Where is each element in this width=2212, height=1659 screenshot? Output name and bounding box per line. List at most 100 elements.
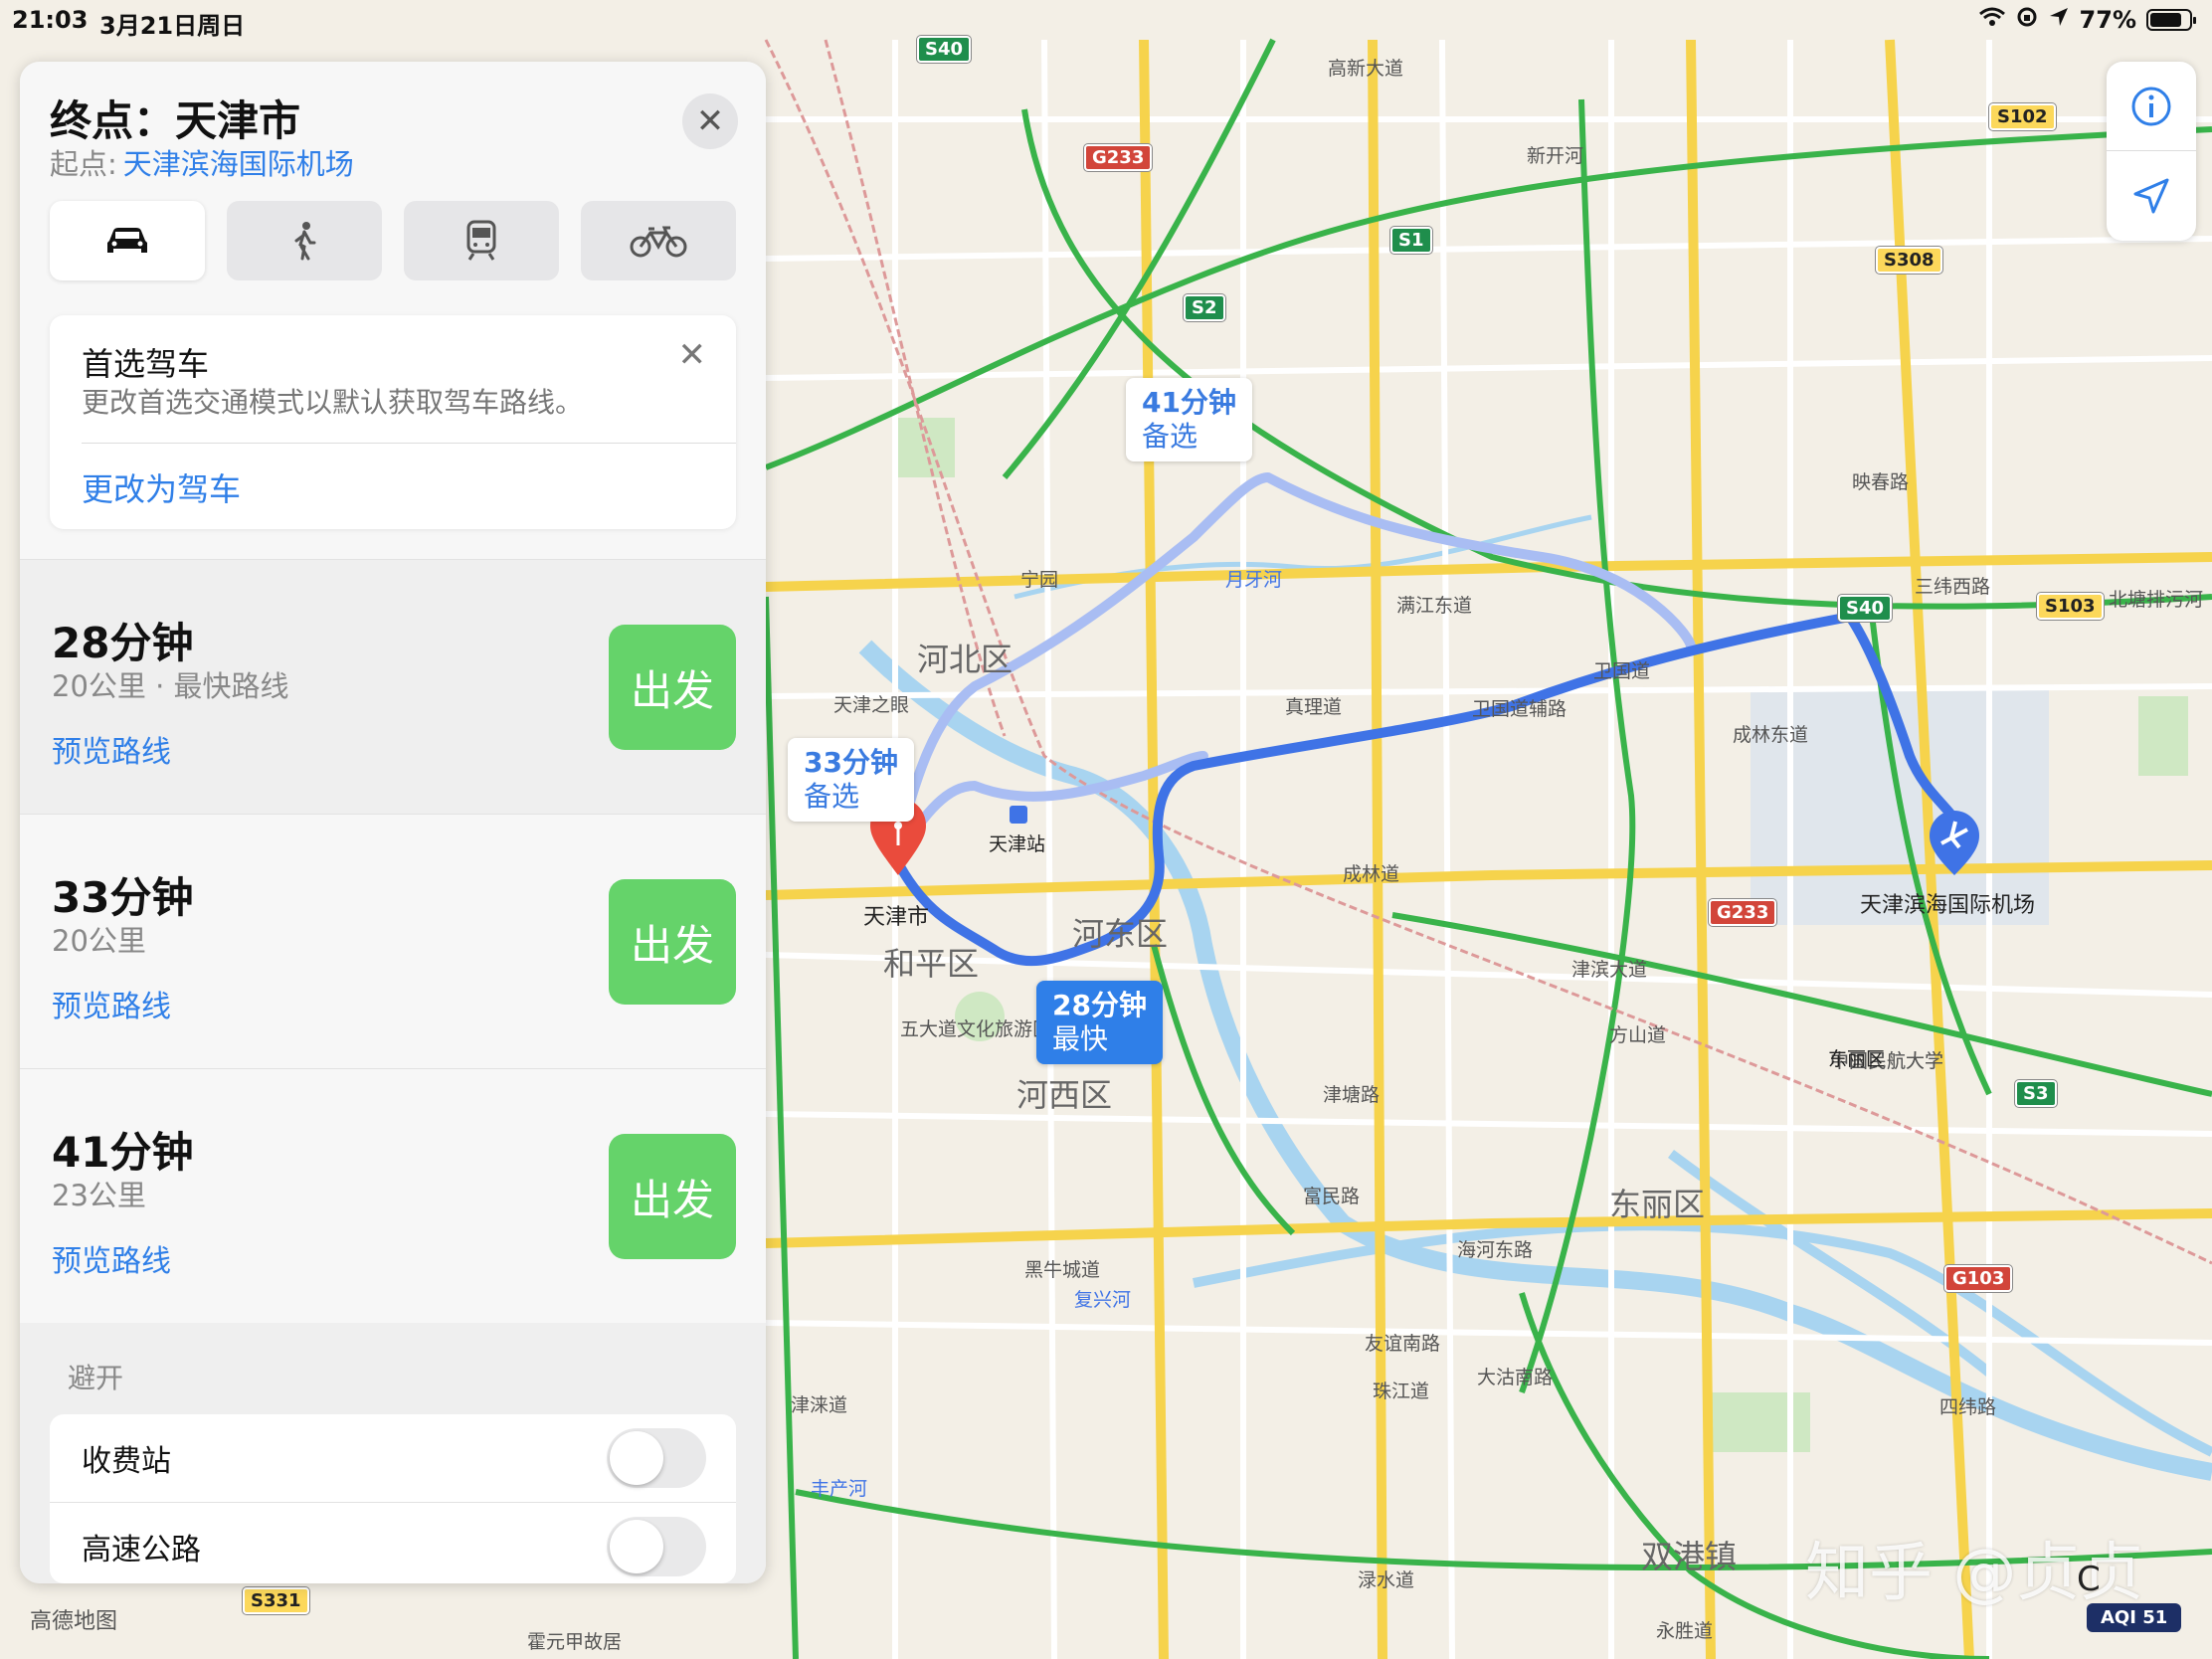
airport-label: 天津滨海国际机场 [1860,893,2036,918]
change-to-driving-link[interactable]: 更改为驾车 [82,464,241,510]
street-label: 富民路 [1303,1186,1361,1207]
preview-route-link[interactable]: 预览路线 [52,982,171,1025]
train-icon [466,220,496,261]
location-arrow-icon [2048,6,2070,34]
highway-shield: S308 [1876,247,1942,274]
highway-shield: S331 [243,1587,309,1614]
route-duration: 33分钟 [52,873,194,922]
street-label: 三纬西路 [1915,576,1991,598]
origin-label: 起点: [50,147,117,181]
avoid-header: 避开 [68,1362,124,1394]
district-label: 双港镇 [1641,1538,1738,1575]
route-callout-33[interactable]: 33分钟 备选 [788,738,914,822]
route-duration: 41分钟 [52,1128,194,1177]
status-time: 21:03 [12,6,89,34]
street-label: 友谊南路 [1365,1333,1441,1355]
route-callout-41[interactable]: 41分钟 备选 [1126,378,1252,461]
battery-icon [2146,9,2196,31]
street-label: 满江东道 [1396,595,1473,617]
lock-rotation-icon [2016,6,2038,34]
route-option[interactable]: 28分钟 20公里 · 最快路线 预览路线 出发 [20,559,766,814]
street-label: 渌水道 [1358,1569,1415,1591]
status-bar: 21:03 3月21日周日 77% [0,0,2212,40]
callout-tag: 备选 [804,780,860,813]
station-label: 天津站 [989,833,1046,855]
go-button[interactable]: 出发 [609,625,736,750]
mode-walk[interactable] [227,201,382,280]
street-label: 五大道文化旅游区 [900,1018,1052,1040]
avoid-tolls-toggle[interactable] [607,1428,706,1488]
street-label: 真理道 [1285,696,1343,718]
status-right: 77% [1978,6,2196,34]
district-label: 河西区 [1016,1076,1113,1114]
locate-button[interactable] [2107,151,2196,241]
route-detail: 20公里 [52,924,146,958]
origin-line: 起点: 天津滨海国际机场 [50,141,354,183]
street-label: 津塘路 [1323,1084,1381,1106]
mode-bike[interactable] [581,201,736,280]
toggle-label: 高速公路 [82,1533,201,1567]
route-option[interactable]: 41分钟 23公里 预览路线 出发 [20,1068,766,1323]
highway-shield: S102 [1989,103,2056,130]
callout-time: 41分钟 [1142,386,1236,419]
go-button[interactable]: 出发 [609,879,736,1005]
status-date: 3月21日周日 [99,12,246,40]
highway-shield: S2 [1184,294,1225,321]
close-icon: ✕ [695,101,725,141]
route-detail: 23公里 [52,1179,146,1212]
highway-shield: S103 [2037,593,2104,620]
aqi-badge: AQI 51 [2087,1603,2182,1632]
street-label: 珠江道 [1373,1381,1430,1402]
street-label: 成林道 [1343,863,1400,885]
go-button[interactable]: 出发 [609,1134,736,1259]
dismiss-preference-icon[interactable]: ✕ [678,335,707,375]
avoid-tolls-row: 收费站 [50,1414,736,1502]
preference-card: 首选驾车 更改首选交通模式以默认获取驾车路线。 ✕ 更改为驾车 [50,315,736,529]
highway-shield: S1 [1390,227,1432,254]
car-icon [107,228,147,253]
mode-transit[interactable] [404,201,559,280]
street-label: 高新大道 [1328,58,1404,80]
street-label: 大沽南路 [1477,1367,1554,1388]
highway-shield: S40 [1838,595,1893,622]
weather-temp: C [2077,1560,2101,1599]
destination-label: 天津市 [863,905,930,930]
route-callout-28[interactable]: 28分钟 最快 [1036,981,1163,1064]
street-label: 复兴河 [1074,1289,1132,1311]
avoid-highways-toggle[interactable] [607,1517,706,1576]
route-option[interactable]: 33分钟 20公里 预览路线 出发 [20,814,766,1068]
preview-route-link[interactable]: 预览路线 [52,1236,171,1280]
divider [82,443,736,444]
mode-car[interactable] [50,201,205,280]
toggle-knob [610,1520,663,1573]
street-label: 四纬路 [1939,1396,1997,1418]
street-label: 津涞道 [791,1394,848,1416]
highway-shield: S3 [2015,1080,2057,1107]
preference-title: 首选驾车 [82,345,210,383]
map-controls [2107,62,2196,241]
highway-shield: G233 [1709,899,1777,926]
origin-link[interactable]: 天津滨海国际机场 [123,147,354,181]
street-label: 丰产河 [811,1478,868,1500]
street-label: 新开河 [1527,145,1584,167]
preview-route-link[interactable]: 预览路线 [52,727,171,771]
preference-description: 更改首选交通模式以默认获取驾车路线。 [82,386,584,419]
toggle-label: 收费站 [82,1444,171,1479]
highway-shield: S40 [917,36,972,63]
walk-icon [294,222,316,261]
street-label: 霍元甲故居 [527,1631,623,1653]
highway-shield: G233 [1084,144,1153,171]
street-label: 永胜道 [1656,1620,1714,1642]
street-label: 成林东道 [1733,724,1809,746]
street-label: 宁园 [1020,569,1059,591]
directions-panel: 终点：天津市 起点: 天津滨海国际机场 ✕ 首选驾车 更改首选交通模式以默认获取驾… [20,62,766,1583]
avoid-options: 收费站 高速公路 [50,1414,736,1583]
street-label: 海河东路 [1457,1239,1534,1261]
route-detail: 20公里 · 最快路线 [52,669,289,703]
close-button[interactable]: ✕ [682,93,738,149]
info-button[interactable] [2107,62,2196,151]
district-label: 河东区 [1072,915,1169,953]
avoid-highways-row: 高速公路 [50,1502,736,1583]
transport-modes [50,201,736,280]
street-label: 方山道 [1609,1024,1667,1046]
